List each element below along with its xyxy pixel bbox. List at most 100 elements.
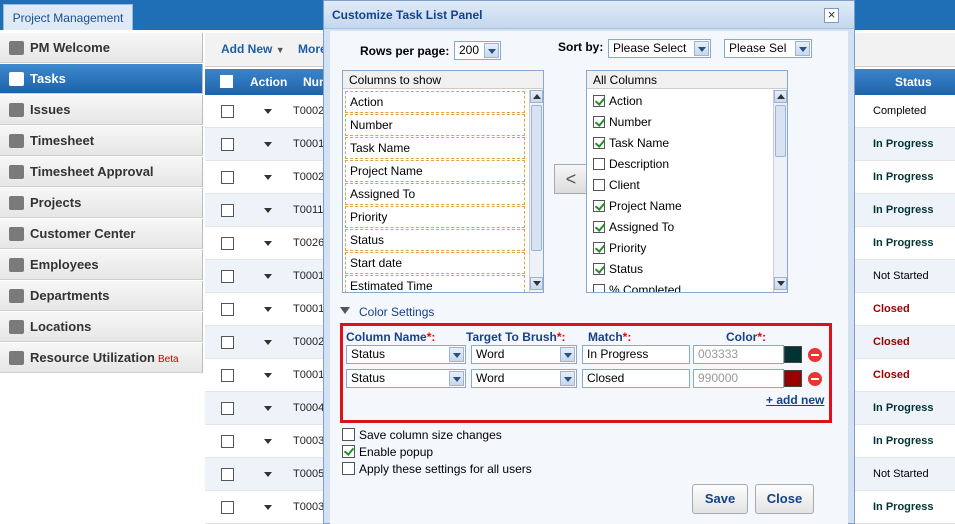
header-action[interactable]: Action xyxy=(250,75,287,89)
row-checkbox[interactable] xyxy=(221,435,234,448)
action-caret-icon[interactable] xyxy=(264,340,272,345)
action-caret-icon[interactable] xyxy=(264,406,272,411)
select-all-checkbox[interactable] xyxy=(220,75,233,88)
columns-to-show-item[interactable]: Estimated Time xyxy=(345,275,525,292)
sort-by-select-1[interactable]: Please Select xyxy=(608,39,711,58)
columns-to-show-item[interactable]: Start date xyxy=(345,252,525,274)
scroll-down-icon[interactable] xyxy=(530,277,543,290)
column-checkbox[interactable] xyxy=(593,221,605,233)
rule-1-remove-icon[interactable] xyxy=(808,348,822,362)
option-enable-popup[interactable]: Enable popup xyxy=(342,444,642,460)
header-status[interactable]: Status xyxy=(895,75,932,89)
columns-to-show-item[interactable]: Status xyxy=(345,229,525,251)
rule-1-color-swatch[interactable] xyxy=(784,346,802,363)
scroll-thumb[interactable] xyxy=(775,105,786,157)
collapse-triangle-icon[interactable] xyxy=(340,307,350,314)
action-caret-icon[interactable] xyxy=(264,307,272,312)
move-left-button[interactable]: < xyxy=(554,164,588,194)
column-checkbox[interactable] xyxy=(593,242,605,254)
row-checkbox[interactable] xyxy=(221,270,234,283)
action-caret-icon[interactable] xyxy=(264,439,272,444)
all-columns-item[interactable]: Client xyxy=(589,175,769,196)
rule-1-color-input[interactable]: 003333 xyxy=(693,345,784,364)
action-caret-icon[interactable] xyxy=(264,274,272,279)
row-checkbox[interactable] xyxy=(221,501,234,514)
row-checkbox[interactable] xyxy=(221,204,234,217)
rule-1-match-input[interactable]: In Progress xyxy=(582,345,690,364)
sidebar-item-tasks[interactable]: Tasks xyxy=(0,64,203,94)
column-checkbox[interactable] xyxy=(593,116,605,128)
row-checkbox[interactable] xyxy=(221,237,234,250)
action-caret-icon[interactable] xyxy=(264,373,272,378)
action-caret-icon[interactable] xyxy=(264,175,272,180)
save-button[interactable]: Save xyxy=(692,484,748,514)
add-new-button[interactable]: Add New ▼ xyxy=(221,42,285,56)
all-columns-list[interactable]: All Columns Action Number Task Name Descrip… xyxy=(586,70,788,293)
all-columns-item[interactable]: Description xyxy=(589,154,769,175)
all-columns-scrollbar[interactable] xyxy=(773,90,787,292)
close-button[interactable]: Close xyxy=(755,484,814,514)
column-checkbox[interactable] xyxy=(593,284,605,292)
close-icon[interactable]: × xyxy=(824,8,839,23)
sidebar-item-projects[interactable]: Projects xyxy=(0,188,203,218)
action-caret-icon[interactable] xyxy=(264,142,272,147)
action-caret-icon[interactable] xyxy=(264,241,272,246)
sidebar-item-resource-utilization[interactable]: Resource Utilization Beta xyxy=(0,343,203,373)
all-columns-item[interactable]: Assigned To xyxy=(589,217,769,238)
columns-to-show-list[interactable]: Columns to show Action Number Task Name Pro… xyxy=(342,70,544,293)
rule-2-color-swatch[interactable] xyxy=(784,370,802,387)
rule-2-remove-icon[interactable] xyxy=(808,372,822,386)
action-caret-icon[interactable] xyxy=(264,109,272,114)
columns-to-show-item[interactable]: Assigned To xyxy=(345,183,525,205)
all-columns-item[interactable]: % Completed xyxy=(589,280,769,292)
color-settings-toggle[interactable]: Color Settings xyxy=(359,305,434,319)
row-checkbox[interactable] xyxy=(221,369,234,382)
row-checkbox[interactable] xyxy=(221,138,234,151)
row-checkbox[interactable] xyxy=(221,468,234,481)
option-save-column-size[interactable]: Save column size changes xyxy=(342,427,642,443)
row-checkbox[interactable] xyxy=(221,105,234,118)
column-checkbox[interactable] xyxy=(593,137,605,149)
column-checkbox[interactable] xyxy=(593,95,605,107)
columns-to-show-item[interactable]: Priority xyxy=(345,206,525,228)
sidebar-item-issues[interactable]: Issues xyxy=(0,95,203,125)
columns-to-show-item[interactable]: Project Name xyxy=(345,160,525,182)
sort-by-select-2[interactable]: Please Sel xyxy=(724,39,812,58)
sidebar-item-employees[interactable]: Employees xyxy=(0,250,203,280)
all-columns-item[interactable]: Status xyxy=(589,259,769,280)
option-apply-all-users[interactable]: Apply these settings for all users xyxy=(342,461,642,477)
row-checkbox[interactable] xyxy=(221,171,234,184)
rule-1-column-select[interactable]: Status xyxy=(346,345,466,364)
rule-2-column-select[interactable]: Status xyxy=(346,369,466,388)
row-checkbox[interactable] xyxy=(221,303,234,316)
all-columns-item[interactable]: Project Name xyxy=(589,196,769,217)
all-columns-item[interactable]: Task Name xyxy=(589,133,769,154)
column-checkbox[interactable] xyxy=(593,263,605,275)
rows-per-page-select[interactable]: 200 xyxy=(454,41,501,60)
tab-project-management[interactable]: Project Management xyxy=(3,4,133,30)
action-caret-icon[interactable] xyxy=(264,472,272,477)
column-checkbox[interactable] xyxy=(593,179,605,191)
action-caret-icon[interactable] xyxy=(264,505,272,510)
rule-2-color-input[interactable]: 990000 xyxy=(693,369,784,388)
columns-to-show-item[interactable]: Action xyxy=(345,91,525,113)
column-checkbox[interactable] xyxy=(593,200,605,212)
rule-2-match-input[interactable]: Closed xyxy=(582,369,690,388)
columns-to-show-item[interactable]: Task Name xyxy=(345,137,525,159)
enable-popup-checkbox[interactable] xyxy=(342,445,355,458)
sidebar-item-departments[interactable]: Departments xyxy=(0,281,203,311)
columns-to-show-item[interactable]: Number xyxy=(345,114,525,136)
add-new-rule-link[interactable]: + add new xyxy=(766,393,824,407)
sidebar-item-locations[interactable]: Locations xyxy=(0,312,203,342)
sidebar-item-timesheet[interactable]: Timesheet xyxy=(0,126,203,156)
scroll-down-icon[interactable] xyxy=(774,277,787,290)
scroll-up-icon[interactable] xyxy=(774,90,787,103)
sidebar-item-pm-welcome[interactable]: PM Welcome xyxy=(0,33,203,63)
apply-all-users-checkbox[interactable] xyxy=(342,462,355,475)
column-checkbox[interactable] xyxy=(593,158,605,170)
sidebar-item-timesheet-approval[interactable]: Timesheet Approval xyxy=(0,157,203,187)
scroll-thumb[interactable] xyxy=(531,105,542,251)
row-checkbox[interactable] xyxy=(221,402,234,415)
row-checkbox[interactable] xyxy=(221,336,234,349)
rule-1-target-select[interactable]: Word xyxy=(471,345,577,364)
